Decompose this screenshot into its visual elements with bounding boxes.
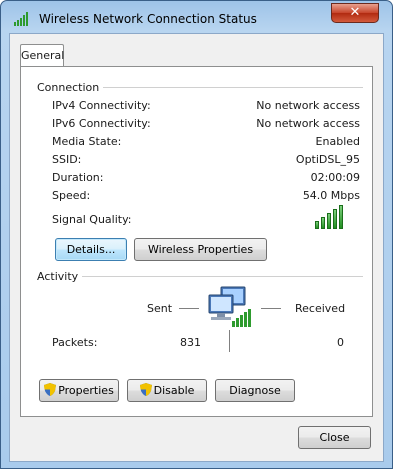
uac-shield-icon: [139, 383, 152, 396]
received-line: [261, 308, 281, 309]
disable-button[interactable]: Disable: [127, 379, 207, 402]
details-button[interactable]: Details...: [55, 238, 127, 261]
media-state-value: Enabled: [315, 135, 360, 148]
duration-label: Duration:: [52, 171, 104, 184]
ipv6-value: No network access: [256, 117, 360, 130]
close-button[interactable]: Close: [298, 426, 371, 449]
ipv4-label: IPv4 Connectivity:: [52, 99, 151, 112]
signal-bar: [339, 205, 343, 229]
signal-bar: [315, 221, 319, 229]
network-computers-icon: [208, 286, 251, 327]
window-title: Wireless Network Connection Status: [39, 12, 257, 26]
wireless-signal-icon: [14, 12, 28, 26]
ipv6-label: IPv6 Connectivity:: [52, 117, 151, 130]
diagnose-button[interactable]: Diagnose: [215, 379, 295, 402]
sent-label: Sent: [147, 302, 173, 315]
received-label: Received: [295, 302, 346, 315]
activity-divider: [81, 276, 363, 277]
status-window: Wireless Network Connection Status ✕ Gen…: [0, 0, 393, 469]
packets-label: Packets:: [52, 336, 98, 349]
signal-quality-label: Signal Quality:: [52, 213, 132, 226]
general-tab-panel: Connection IPv4 Connectivity: No network…: [20, 66, 373, 417]
wireless-properties-button[interactable]: Wireless Properties: [134, 238, 267, 261]
ipv4-value: No network access: [256, 99, 360, 112]
connection-group-label: Connection: [37, 81, 104, 94]
speed-value: 54.0 Mbps: [302, 189, 360, 202]
duration-value: 02:00:09: [310, 171, 360, 184]
activity-separator: [229, 330, 230, 352]
disable-button-label: Disable: [153, 384, 195, 397]
packets-sent-value: 831: [180, 336, 201, 349]
ssid-value: OptiDSL_95: [295, 153, 360, 166]
properties-button-label: Properties: [58, 384, 114, 397]
ssid-label: SSID:: [52, 153, 82, 166]
dialog-client-area: General Connection IPv4 Connectivity: No…: [9, 33, 384, 462]
connection-divider: [101, 87, 363, 88]
title-bar[interactable]: Wireless Network Connection Status ✕: [1, 1, 392, 37]
media-state-label: Media State:: [52, 135, 122, 148]
sent-line: [179, 308, 199, 309]
signal-bar: [321, 217, 325, 229]
speed-label: Speed:: [52, 189, 91, 202]
properties-button[interactable]: Properties: [39, 379, 119, 402]
activity-group-label: Activity: [37, 270, 83, 283]
uac-shield-icon: [44, 383, 57, 396]
title-close-button[interactable]: ✕: [331, 3, 379, 23]
tab-general[interactable]: General: [20, 44, 64, 67]
signal-bar: [327, 213, 331, 229]
signal-quality-icon: [315, 205, 343, 229]
packets-received-value: 0: [337, 336, 344, 349]
signal-bar: [333, 209, 337, 229]
